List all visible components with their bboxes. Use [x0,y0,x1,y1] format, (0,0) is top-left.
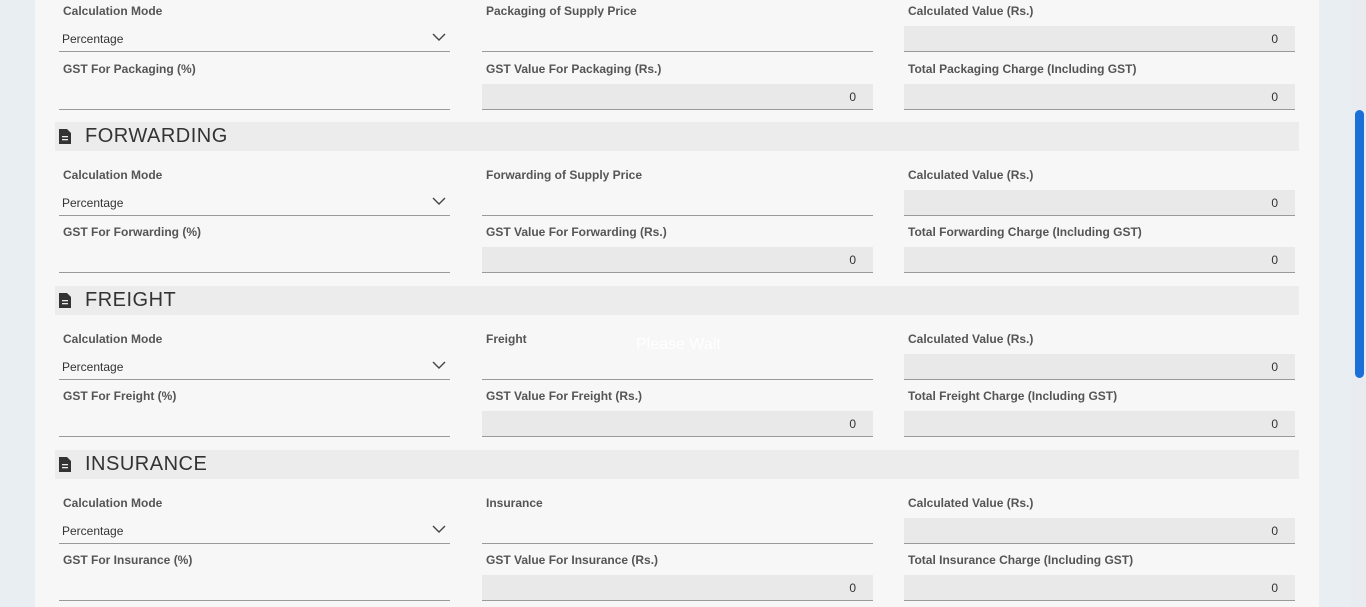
field-label: GST Value For Insurance (Rs.) [486,553,659,567]
section-header-insurance: INSURANCE [55,450,1299,479]
field-label: Total Forwarding Charge (Including GST) [908,225,1142,239]
packaging-supply-price-input[interactable] [482,26,873,52]
forwarding-calc-mode-select[interactable]: Percentage [59,190,450,216]
insurance-total-field: 0 [904,575,1295,601]
packaging-gst-pct-input[interactable] [59,84,450,110]
freight-total-field: 0 [904,411,1295,437]
field-label: Insurance [486,496,543,510]
field-label: Calculation Mode [63,332,163,346]
readonly-value: 0 [1271,417,1278,431]
readonly-value: 0 [1271,253,1278,267]
chevron-down-icon [432,197,446,205]
vertical-scrollbar[interactable] [1351,0,1366,607]
document-icon [59,129,71,144]
field-label: GST For Freight (%) [63,389,177,403]
field-label: Total Freight Charge (Including GST) [908,389,1118,403]
readonly-value: 0 [1271,196,1278,210]
field-label: GST Value For Packaging (Rs.) [486,62,662,76]
chevron-down-icon [432,361,446,369]
freight-gst-value-field: 0 [482,411,873,437]
forwarding-gst-pct-input[interactable] [59,247,450,273]
field-label: Total Insurance Charge (Including GST) [908,553,1134,567]
field-label: Calculation Mode [63,4,163,18]
field-label: GST For Insurance (%) [63,553,193,567]
field-label: Forwarding of Supply Price [486,168,643,182]
readonly-value: 0 [849,253,856,267]
select-value: Percentage [62,524,124,538]
readonly-value: 0 [849,90,856,104]
loading-message: Please Wait [636,336,721,353]
packaging-calc-mode-select[interactable]: Percentage [59,26,450,52]
freight-input[interactable] [482,354,873,380]
readonly-value: 0 [849,581,856,595]
insurance-input[interactable] [482,518,873,544]
field-label: Calculated Value (Rs.) [908,332,1034,346]
field-label: GST Value For Freight (Rs.) [486,389,643,403]
section-title: INSURANCE [85,453,208,475]
readonly-value: 0 [1271,90,1278,104]
packaging-total-field: 0 [904,84,1295,110]
freight-gst-pct-input[interactable] [59,411,450,437]
forwarding-gst-value-field: 0 [482,247,873,273]
readonly-value: 0 [1271,524,1278,538]
insurance-calculated-value-field: 0 [904,518,1295,544]
document-icon [59,457,71,472]
field-label: Packaging of Supply Price [486,4,637,18]
field-label: GST For Forwarding (%) [63,225,201,239]
packaging-calculated-value-field: 0 [904,26,1295,52]
select-value: Percentage [62,32,124,46]
select-value: Percentage [62,360,124,374]
forwarding-calculated-value-field: 0 [904,190,1295,216]
forwarding-supply-price-input[interactable] [482,190,873,216]
section-title: FORWARDING [85,125,228,147]
chevron-down-icon [432,33,446,41]
insurance-gst-value-field: 0 [482,575,873,601]
readonly-value: 0 [1271,581,1278,595]
freight-calculated-value-field: 0 [904,354,1295,380]
section-title: FREIGHT [85,289,177,311]
field-label: Calculated Value (Rs.) [908,4,1034,18]
field-label: GST For Packaging (%) [63,62,196,76]
packaging-gst-value-field: 0 [482,84,873,110]
field-label: GST Value For Forwarding (Rs.) [486,225,667,239]
insurance-calc-mode-select[interactable]: Percentage [59,518,450,544]
chevron-down-icon [432,525,446,533]
readonly-value: 0 [849,417,856,431]
section-header-forwarding: FORWARDING [55,122,1299,151]
field-label: Calculation Mode [63,168,163,182]
field-label: Calculated Value (Rs.) [908,168,1034,182]
document-icon [59,293,71,308]
insurance-gst-pct-input[interactable] [59,575,450,601]
field-label: Freight [486,332,527,346]
freight-calc-mode-select[interactable]: Percentage [59,354,450,380]
select-value: Percentage [62,196,124,210]
forwarding-total-field: 0 [904,247,1295,273]
field-label: Total Packaging Charge (Including GST) [908,62,1137,76]
readonly-value: 0 [1271,32,1278,46]
field-label: Calculated Value (Rs.) [908,496,1034,510]
field-label: Calculation Mode [63,496,163,510]
section-header-freight: FREIGHT [55,286,1299,315]
readonly-value: 0 [1271,360,1278,374]
scrollbar-thumb[interactable] [1355,110,1364,378]
